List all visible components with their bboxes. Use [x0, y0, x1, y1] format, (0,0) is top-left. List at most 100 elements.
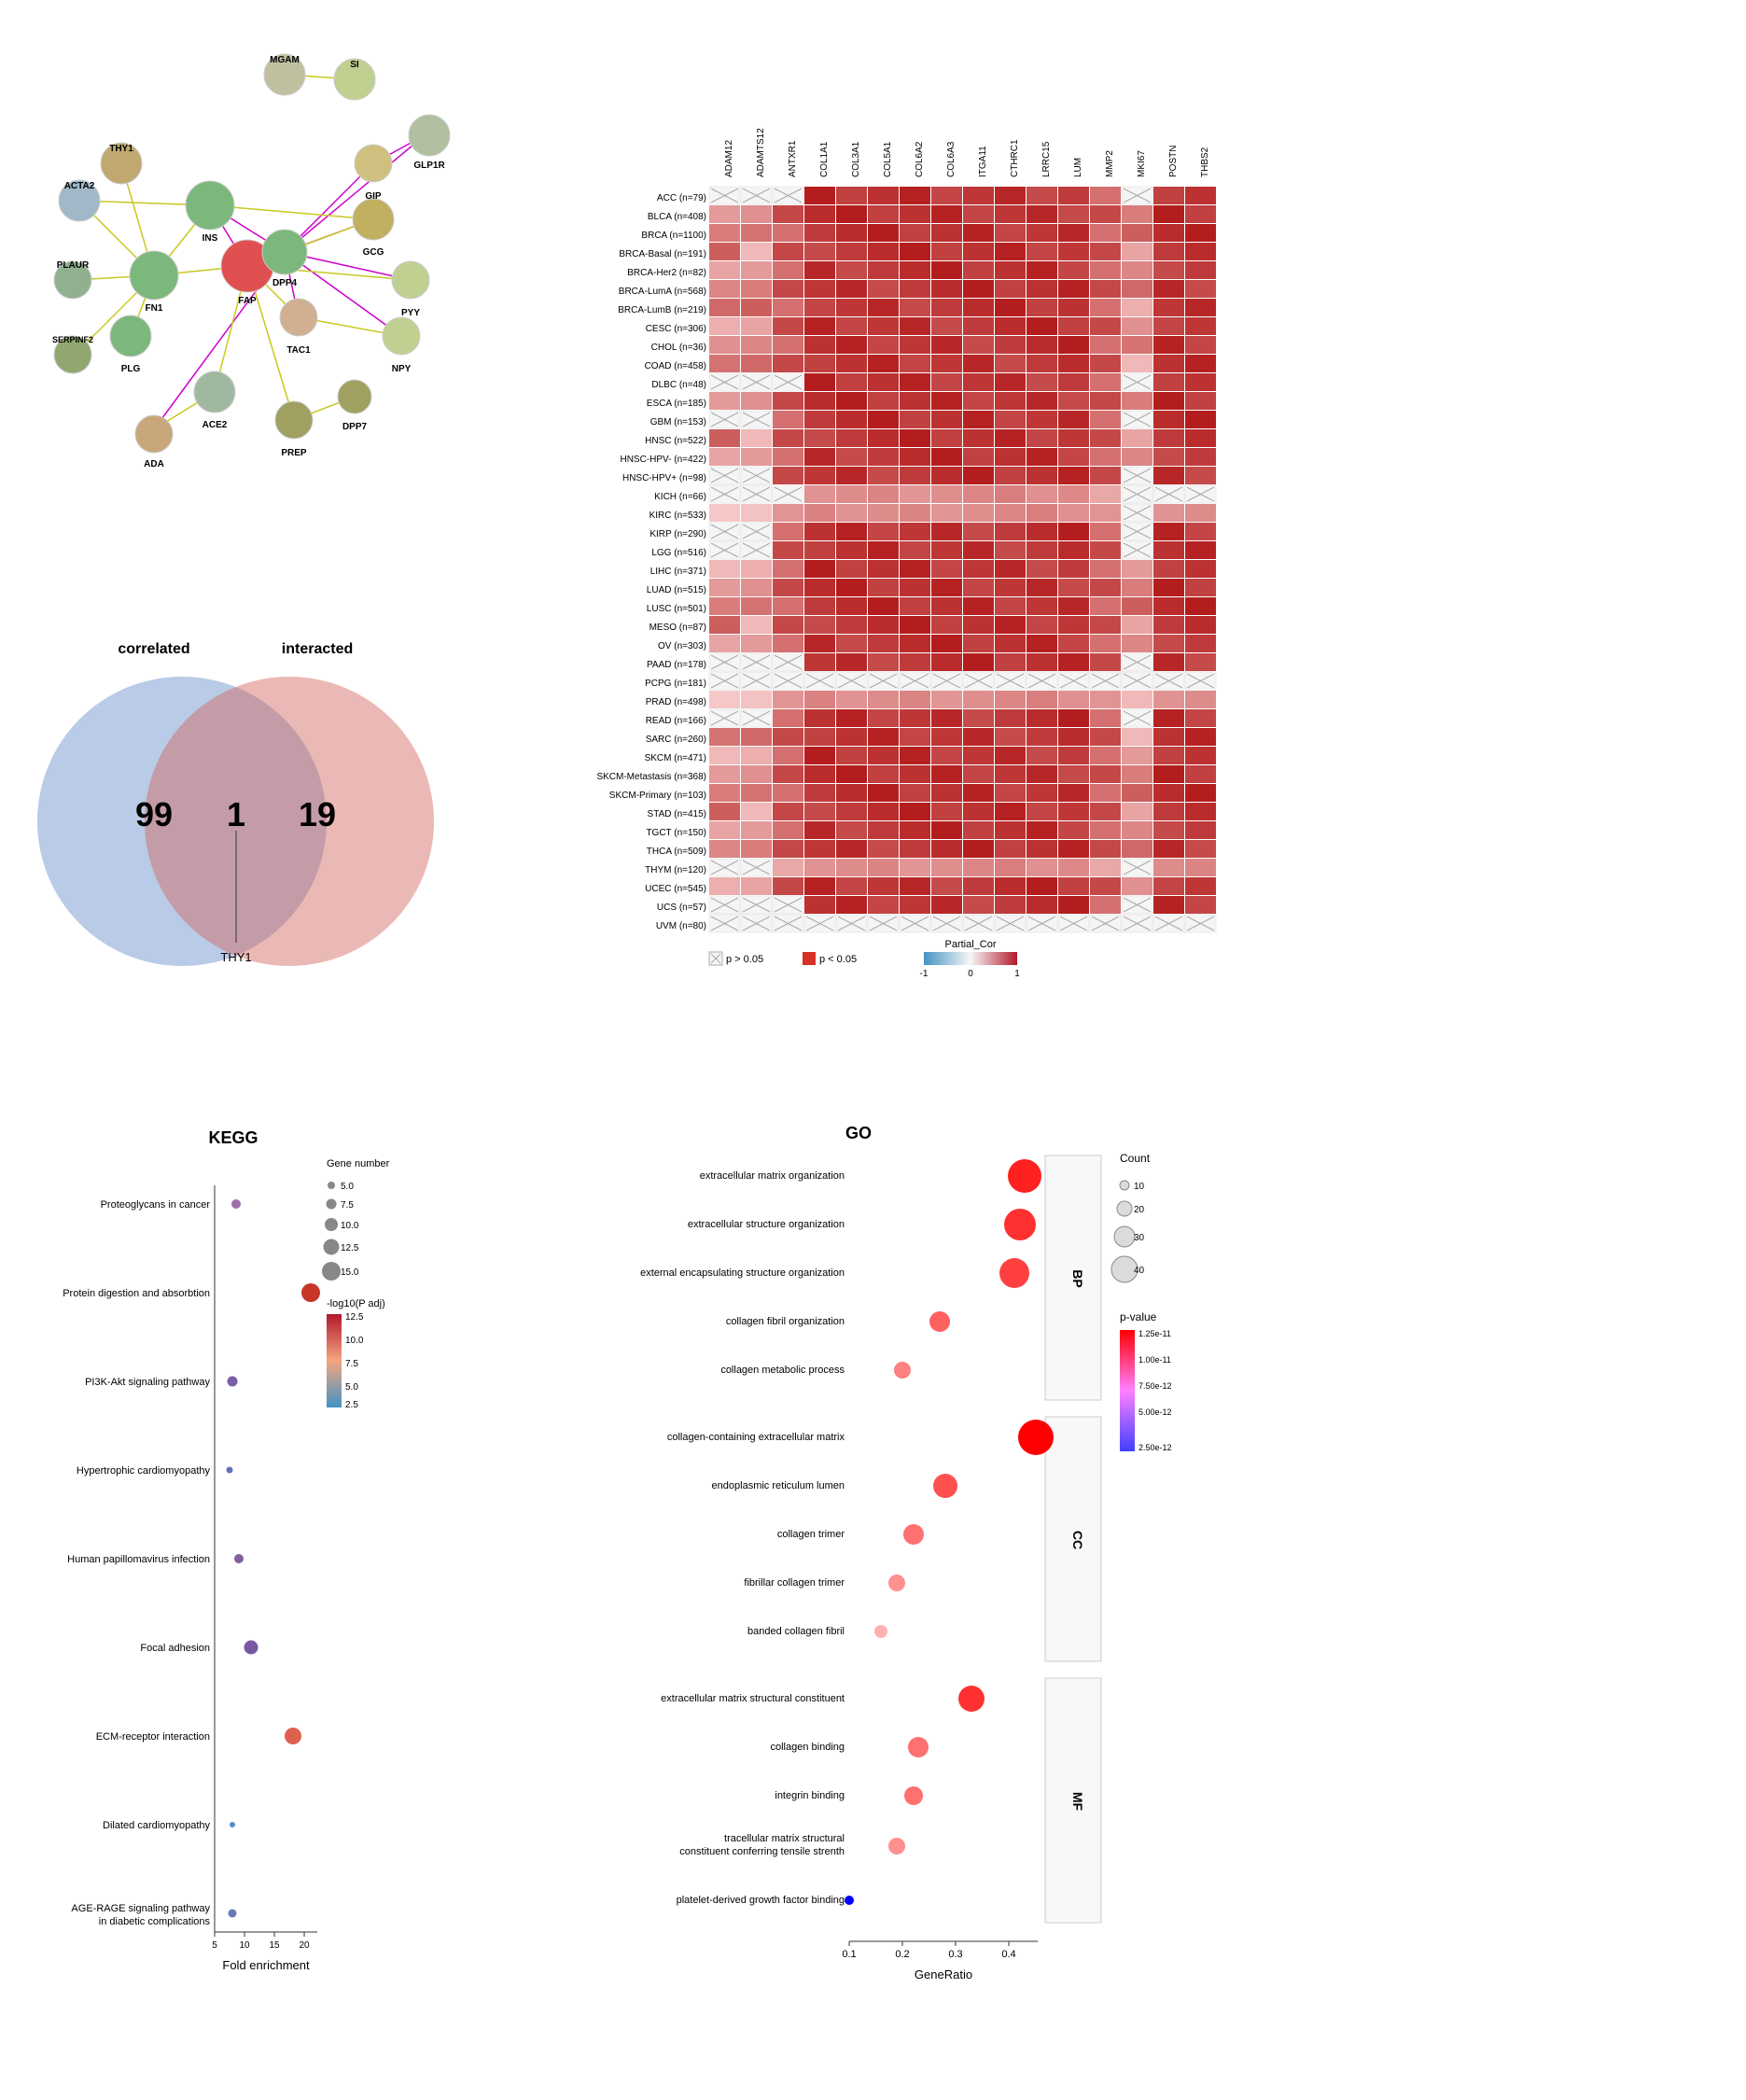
heatmap-row-label: HNSC-HPV+ (n=98)	[622, 473, 706, 483]
go-xtick-1: 0.1	[842, 1949, 856, 1960]
heatmap-cell	[709, 205, 740, 223]
heatmap-cell	[900, 728, 930, 746]
heatmap-cell	[773, 747, 803, 764]
heatmap-cell	[1090, 896, 1121, 914]
heatmap-row-label: ESCA (n=185)	[647, 399, 706, 409]
heatmap-cell	[995, 653, 1026, 671]
heatmap-cell	[1027, 560, 1057, 578]
svg-text:FAP: FAP	[238, 296, 257, 306]
kegg-xtick-2: 10	[239, 1940, 250, 1951]
heatmap-cell	[963, 784, 994, 802]
heatmap-cell	[963, 877, 994, 895]
heatmap-cell	[804, 317, 835, 335]
heatmap-cell	[1185, 541, 1216, 559]
heatmap-cell	[1122, 317, 1152, 335]
heatmap-cell	[709, 261, 740, 279]
heatmap-cell	[963, 467, 994, 484]
kegg-row-3: PI3K-Akt signaling pathway	[85, 1377, 210, 1388]
heatmap-cell	[741, 355, 772, 372]
heatmap-row-label: SKCM (n=471)	[645, 753, 706, 763]
heatmap-cell	[709, 317, 740, 335]
heatmap-cell	[836, 896, 867, 914]
heatmap-cell	[1027, 243, 1057, 260]
kegg-size-legend-title: Gene number	[327, 1158, 390, 1169]
heatmap-cell	[868, 653, 899, 671]
heatmap-cell	[1027, 541, 1057, 559]
go-mf-label: MF	[1070, 1792, 1085, 1812]
go-xlabel: GeneRatio	[915, 1967, 972, 1981]
go-size-val-2: 20	[1134, 1205, 1145, 1215]
heatmap-cell	[868, 803, 899, 820]
heatmap-cell	[1058, 560, 1089, 578]
heatmap-cell	[931, 429, 962, 447]
heatmap-cell	[741, 336, 772, 354]
heatmap-cell	[1185, 803, 1216, 820]
heatmap-cell	[931, 747, 962, 764]
heatmap-cell	[995, 523, 1026, 540]
heatmap-cell	[773, 709, 803, 727]
svg-text:ITGA11: ITGA11	[978, 146, 988, 177]
heatmap-cell	[931, 877, 962, 895]
heatmap-cell	[1122, 261, 1152, 279]
heatmap-cell	[804, 224, 835, 242]
heatmap-cell	[1058, 336, 1089, 354]
heatmap-cell	[1090, 467, 1121, 484]
network-svg: FAP INS DPP4 FN1 PLG ACE2	[9, 28, 476, 513]
heatmap-cell	[709, 877, 740, 895]
heatmap-cell	[1122, 224, 1152, 242]
heatmap-row-label: LGG (n=516)	[651, 548, 706, 558]
heatmap-cell	[900, 429, 930, 447]
heatmap-cell	[868, 784, 899, 802]
kegg-title: KEGG	[208, 1128, 258, 1147]
heatmap-cell	[963, 859, 994, 876]
heatmap-cell	[1153, 205, 1184, 223]
heatmap-cell	[900, 280, 930, 298]
heatmap-cell	[1185, 467, 1216, 484]
heatmap-cell	[1058, 691, 1089, 708]
heatmap-cell	[1185, 560, 1216, 578]
heatmap-cell	[804, 411, 835, 428]
heatmap-row-label: KIRP (n=290)	[650, 529, 706, 539]
heatmap-cell	[900, 765, 930, 783]
heatmap-cell	[995, 485, 1026, 503]
heatmap-cell	[963, 896, 994, 914]
heatmap-cell	[1185, 653, 1216, 671]
heatmap-cell	[773, 336, 803, 354]
heatmap-cell	[836, 411, 867, 428]
heatmap-cell	[773, 280, 803, 298]
heatmap-cell	[931, 728, 962, 746]
heatmap-cell	[836, 747, 867, 764]
heatmap-cell	[1058, 504, 1089, 522]
heatmap-cell	[709, 355, 740, 372]
heatmap-cell	[1027, 336, 1057, 354]
svg-text:DPP7: DPP7	[342, 422, 368, 432]
heatmap-cell	[900, 859, 930, 876]
heatmap-cell	[836, 616, 867, 634]
heatmap-cell	[1153, 765, 1184, 783]
heatmap-cell	[1153, 336, 1184, 354]
svg-text:MGAM: MGAM	[270, 55, 300, 65]
kegg-svg: KEGG Gene number 5.0 7.5 10.0 12.5 15.0 …	[9, 1111, 495, 2063]
heatmap-cell	[1090, 747, 1121, 764]
svg-text:COL6A2: COL6A2	[915, 141, 925, 177]
heatmap-cell	[931, 523, 962, 540]
heatmap-cell	[1090, 448, 1121, 466]
heatmap-cell	[963, 635, 994, 652]
heatmap-cell	[900, 653, 930, 671]
heatmap-cell	[836, 299, 867, 316]
heatmap-cell	[1185, 635, 1216, 652]
heatmap-cell	[900, 616, 930, 634]
heatmap-cell	[868, 448, 899, 466]
heatmap-cell	[1122, 691, 1152, 708]
go-size-legend-title: Count	[1120, 1152, 1151, 1165]
heatmap-cell	[1058, 243, 1089, 260]
heatmap-row-label: HNSC (n=522)	[645, 436, 706, 446]
heatmap-cell	[1153, 224, 1184, 242]
heatmap-cell	[931, 373, 962, 391]
heatmap-row-label: BRCA-LumB (n=219)	[618, 305, 706, 315]
heatmap-cell	[1058, 224, 1089, 242]
go-title: GO	[845, 1124, 872, 1142]
go-mf-row2: collagen binding	[770, 1742, 845, 1753]
heatmap-cell	[1122, 635, 1152, 652]
heatmap-cell	[1185, 728, 1216, 746]
